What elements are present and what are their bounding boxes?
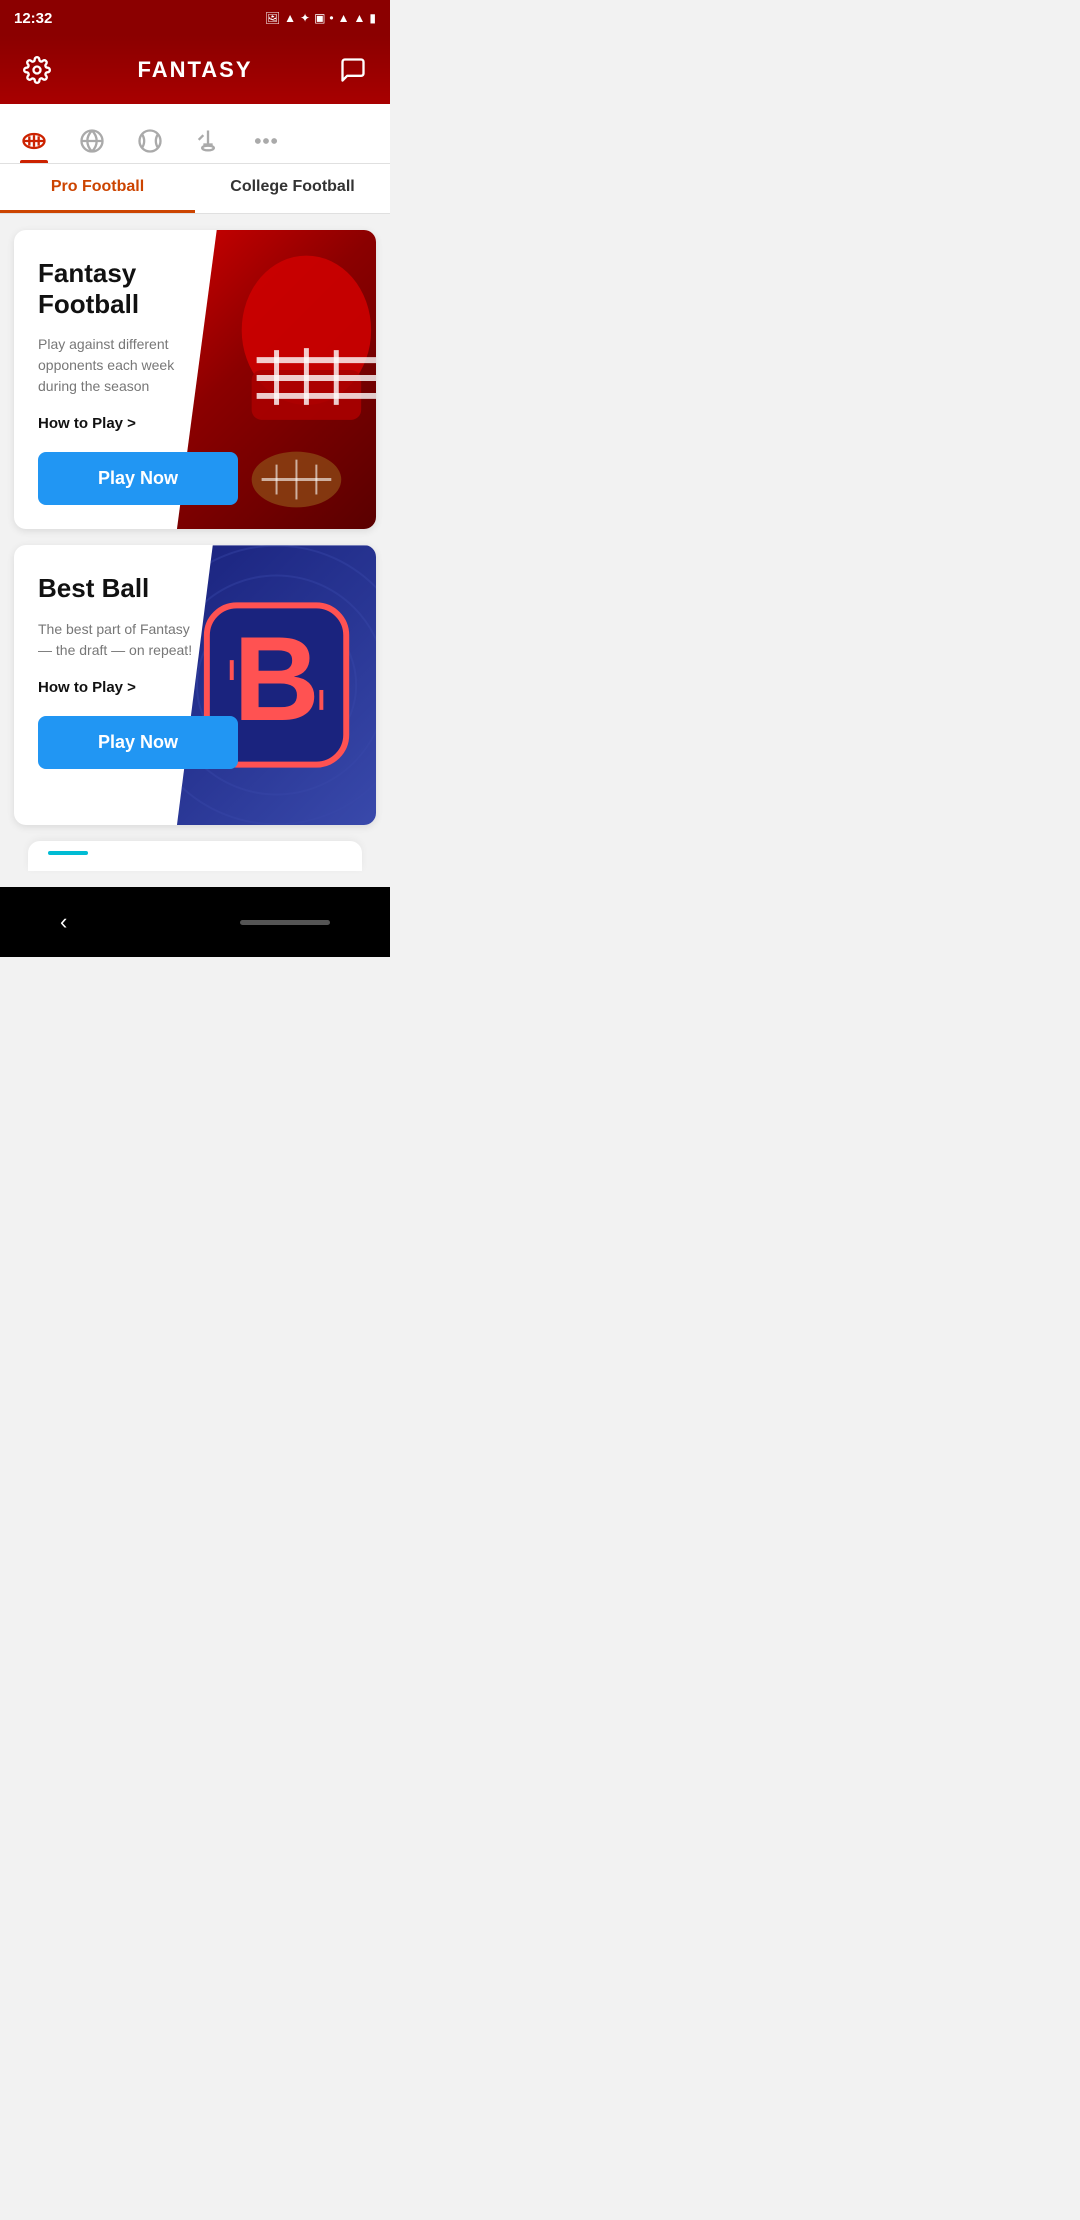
more-icon (252, 127, 280, 155)
sub-tab-pro[interactable]: Pro Football (0, 164, 195, 213)
location-icon: ▲ (284, 11, 296, 25)
best-ball-play-button[interactable]: Play Now (38, 716, 238, 769)
wifi-icon: ▲ (338, 11, 350, 25)
baseball-icon (136, 127, 164, 155)
tab-hockey[interactable] (194, 127, 222, 163)
status-time: 12:32 (14, 10, 52, 27)
app-header: FANTASY (0, 36, 390, 104)
fantasy-football-desc: Play against different opponents each we… (38, 334, 200, 397)
tab-more[interactable] (252, 127, 280, 163)
football-icon (20, 127, 48, 155)
gem-icon: ✦ (300, 11, 310, 25)
fantasy-football-title: Fantasy Football (38, 258, 200, 320)
fantasy-football-card: Fantasy Football Play against different … (14, 230, 376, 529)
gear-icon (23, 56, 51, 84)
teaser-accent (48, 851, 88, 855)
battery-icon: ▮ (369, 11, 376, 25)
best-ball-title: Best Ball (38, 573, 200, 604)
app-title: FANTASY (137, 57, 252, 83)
tab-football[interactable] (20, 127, 48, 163)
basketball-icon (78, 127, 106, 155)
camera-icon: 🖼 (265, 11, 280, 25)
dot-icon: • (329, 11, 333, 25)
signal-icon: ▲ (354, 11, 366, 25)
third-card-teaser (28, 841, 362, 871)
message-icon (339, 56, 367, 84)
tab-baseball[interactable] (136, 127, 164, 163)
best-ball-how-to-play[interactable]: How to Play > (38, 679, 136, 696)
fantasy-football-play-button[interactable]: Play Now (38, 452, 238, 505)
settings-button[interactable] (20, 53, 54, 87)
sub-tab-college[interactable]: College Football (195, 164, 390, 213)
app-icon: ▣ (314, 11, 325, 25)
sport-tabs (0, 104, 390, 164)
fantasy-football-content: Fantasy Football Play against different … (14, 230, 224, 529)
message-button[interactable] (336, 53, 370, 87)
back-button[interactable]: ‹ (60, 909, 67, 935)
home-indicator[interactable] (240, 920, 330, 925)
tab-basketball[interactable] (78, 127, 106, 163)
sub-tabs: Pro Football College Football (0, 164, 390, 214)
svg-text:B: B (233, 613, 319, 746)
best-ball-content: Best Ball The best part of Fantasy — the… (14, 545, 224, 792)
status-bar: 12:32 🖼 ▲ ✦ ▣ • ▲ ▲ ▮ (0, 0, 390, 36)
best-ball-desc: The best part of Fantasy — the draft — o… (38, 619, 200, 661)
best-ball-card: B Best Ball The best part of Fantasy — t… (14, 545, 376, 825)
hockey-icon (194, 127, 222, 155)
bottom-navigation: ‹ (0, 887, 390, 957)
status-icons: 🖼 ▲ ✦ ▣ • ▲ ▲ ▮ (265, 11, 376, 25)
fantasy-football-how-to-play[interactable]: How to Play > (38, 415, 136, 432)
cards-container: Fantasy Football Play against different … (0, 214, 390, 887)
